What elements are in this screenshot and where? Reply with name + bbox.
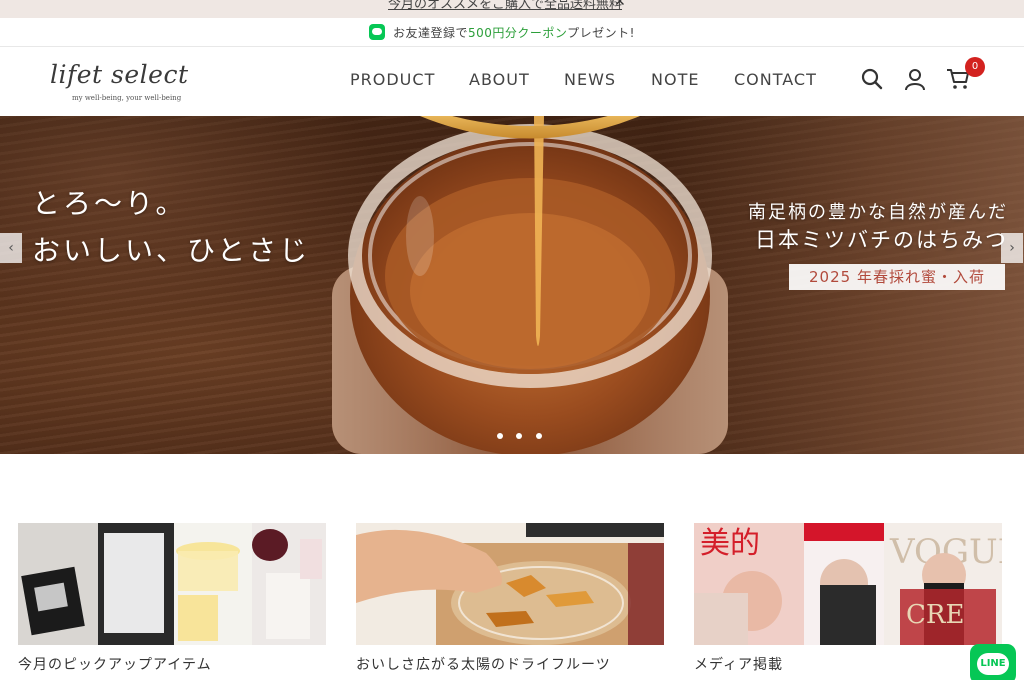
logo-tagline: my well-being, your well-being	[72, 94, 182, 102]
hero-badge: 2025 年春採れ蜜・入荷	[789, 264, 1005, 290]
card-title: おいしさ広がる太陽のドライフルーツ	[356, 657, 611, 673]
line-floating-button[interactable]: LINE	[970, 644, 1016, 680]
line-icon	[369, 24, 385, 40]
hero-headline-line1: とろ〜り。	[32, 187, 187, 220]
card-image-dried-fruit	[356, 523, 664, 645]
line-coupon-text-after: プレゼント!	[567, 26, 635, 40]
card-image-media: 美的 VOGUE CRE	[694, 523, 1002, 645]
hero-subtitle-line1: 南足柄の豊かな自然が産んだ	[748, 202, 1008, 223]
line-coupon-bar[interactable]: お友達登録で500円分クーポンプレゼント!	[0, 18, 1024, 47]
hero-headline-line2: おいしい、ひとさじ	[32, 234, 311, 267]
honey-jar-image	[332, 116, 728, 454]
svg-text:CRE: CRE	[906, 600, 964, 630]
svg-text:美的: 美的	[700, 526, 760, 561]
nav-item-news[interactable]: NEWS	[564, 70, 616, 89]
carousel-dot-3[interactable]	[536, 433, 542, 439]
card-media[interactable]: 美的 VOGUE CRE メディア掲載	[694, 523, 1002, 673]
card-pickup-items[interactable]: 今月のピックアップアイテム	[18, 523, 326, 673]
search-icon[interactable]	[860, 67, 884, 91]
dried-fruit-photo	[356, 523, 664, 645]
cart-count-badge: 0	[965, 57, 985, 77]
magazines-photo: 美的 VOGUE CRE	[694, 523, 1002, 645]
nav-item-about[interactable]: ABOUT	[469, 70, 530, 89]
carousel-dot-1[interactable]	[497, 433, 503, 439]
card-image-pickup	[18, 523, 326, 645]
site-header: lifet select my well-being, your well-be…	[0, 47, 1024, 116]
site-logo[interactable]: lifet select my well-being, your well-be…	[50, 56, 188, 106]
line-coupon-highlight: 500円分クーポン	[468, 26, 568, 40]
user-icon[interactable]	[903, 67, 927, 91]
card-dried-fruit[interactable]: おいしさ広がる太陽のドライフルーツ	[356, 523, 664, 673]
nav-item-note[interactable]: NOTE	[651, 70, 699, 89]
carousel-dot-2[interactable]	[516, 433, 522, 439]
card-title: メディア掲載	[694, 657, 784, 673]
nav-item-contact[interactable]: CONTACT	[734, 70, 817, 89]
carousel-prev-button[interactable]: ‹	[0, 233, 22, 263]
nav-item-product[interactable]: PRODUCT	[350, 70, 435, 89]
close-icon[interactable]: ✕	[614, 0, 626, 10]
hero-carousel: とろ〜り。 おいしい、ひとさじ 南足柄の豊かな自然が産んだ 日本ミツバチのはちみ…	[0, 116, 1024, 454]
carousel-next-button[interactable]: ›	[1001, 233, 1023, 263]
hero-subtitle-line2: 日本ミツバチのはちみつ	[755, 228, 1008, 252]
product-photo	[18, 523, 326, 645]
card-title: 今月のピックアップアイテム	[18, 657, 212, 673]
line-coupon-text: お友達登録で500円分クーポンプレゼント!	[393, 24, 635, 41]
line-coupon-text-before: お友達登録で	[393, 26, 469, 40]
line-floating-label: LINE	[980, 658, 1006, 669]
promo-link[interactable]: 今月のオススメをご購入で全品送料無料	[388, 0, 622, 12]
logo-text: lifet select	[50, 60, 189, 89]
promo-bar: 今月のオススメをご購入で全品送料無料 ✕	[0, 0, 1024, 18]
